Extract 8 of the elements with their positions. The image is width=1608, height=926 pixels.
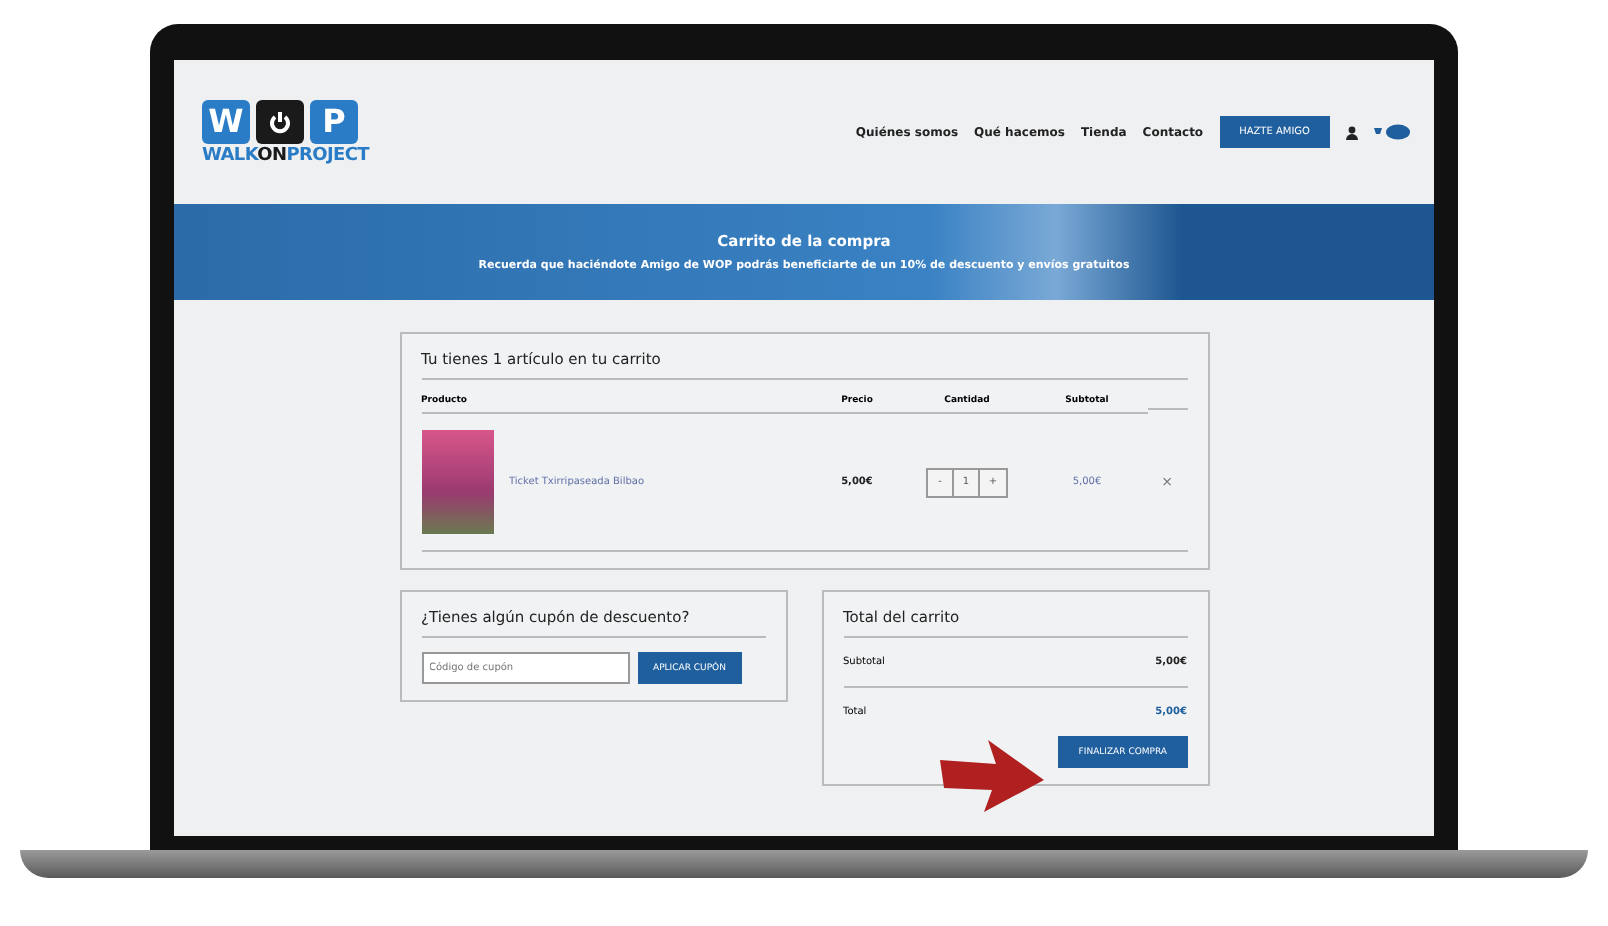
- power-icon: [256, 99, 304, 143]
- cart-icon[interactable]: [1374, 124, 1410, 140]
- logo-tile: P: [310, 99, 358, 143]
- logo-tile: W: [202, 99, 250, 143]
- user-icon[interactable]: [1346, 125, 1358, 139]
- logo-wordmark: WALKONPROJECT: [202, 145, 370, 165]
- arrow-drawing: [940, 736, 1044, 812]
- photo-placeholder: [421, 430, 493, 534]
